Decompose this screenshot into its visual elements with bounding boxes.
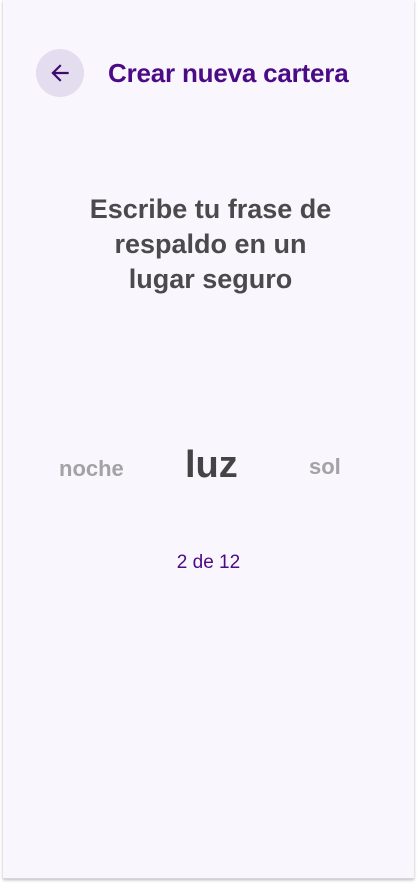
page-title: Crear nueva cartera [108, 58, 349, 88]
current-word: luz [185, 444, 238, 486]
next-word[interactable]: sol [309, 454, 341, 480]
instruction-line-3: lugar seguro [128, 264, 293, 294]
instruction-line-2: respaldo en un [114, 229, 307, 259]
instruction-text: Escribe tu frase de respaldo en un lugar… [33, 192, 388, 297]
arrow-left-icon [47, 60, 73, 86]
back-button[interactable] [36, 49, 84, 97]
instruction-line-1: Escribe tu frase de [89, 194, 332, 224]
word-progress: 2 de 12 [176, 552, 241, 573]
app-screen: Crear nueva cartera Escribe tu frase de … [3, 0, 414, 879]
previous-word[interactable]: noche [59, 456, 124, 482]
